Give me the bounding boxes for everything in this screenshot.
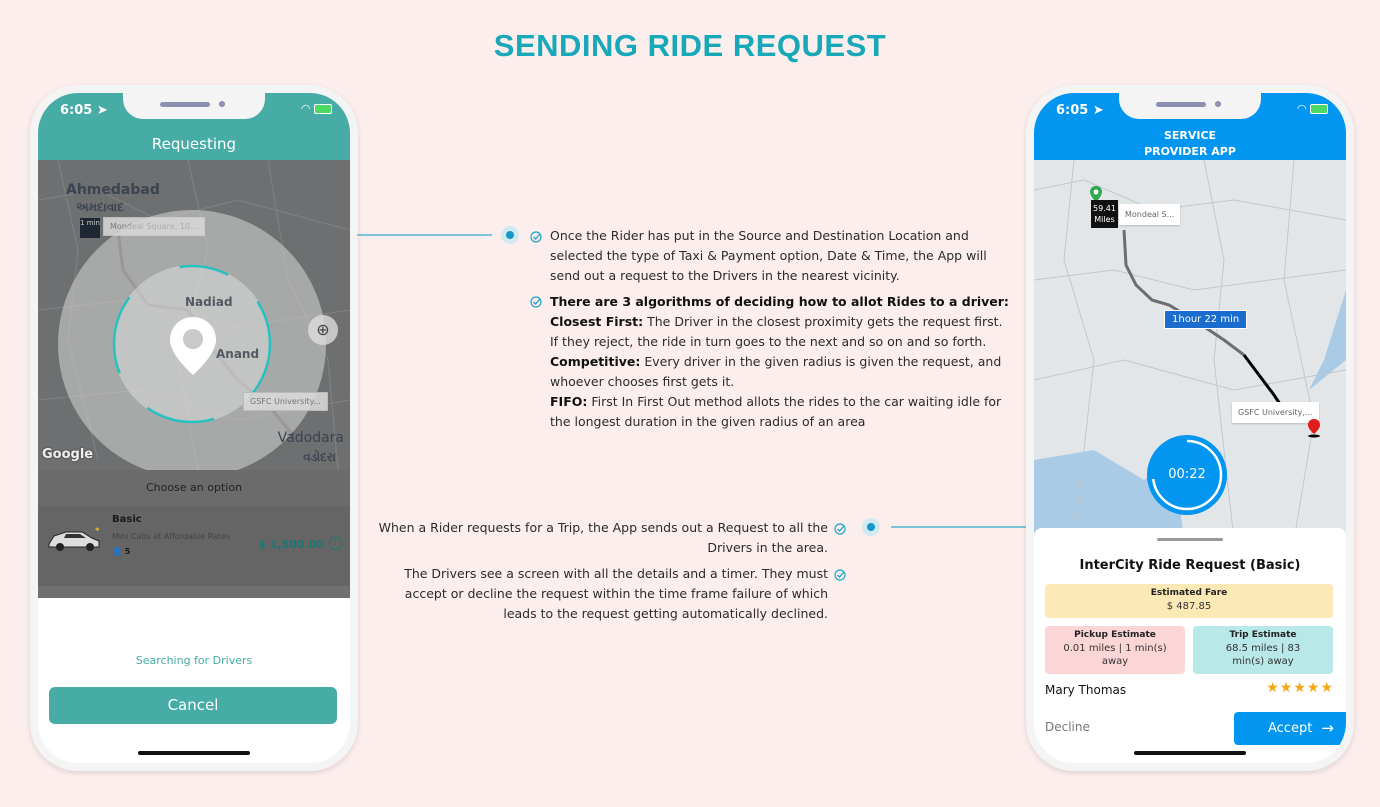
source-chip: Mondeal S... <box>1119 204 1181 225</box>
connector-dot <box>501 226 519 244</box>
check-circle-icon <box>530 296 542 308</box>
decline-button[interactable]: Decline <box>1045 720 1090 734</box>
cancel-button[interactable]: Cancel <box>49 687 337 724</box>
rating-stars-icon: ★★★★★ <box>1266 680 1334 696</box>
arrow-right-icon: → <box>1321 719 1334 737</box>
phone-notch <box>1119 93 1261 119</box>
phone-notch <box>123 93 265 119</box>
connector-dot <box>862 518 880 536</box>
connector-line <box>891 526 1028 528</box>
map-city-label: Anand <box>216 347 260 361</box>
wifi-icon: ◠ <box>1297 102 1306 115</box>
connector-line <box>357 234 492 236</box>
searching-status: Searching for Drivers <box>135 654 253 667</box>
wifi-icon: ◠ <box>301 102 310 115</box>
battery-icon <box>314 104 332 114</box>
eta-chip: 1hour 22 min <box>1164 310 1248 329</box>
ride-request-sheet: InterCity Ride Request (Basic) Estimated… <box>1034 528 1346 763</box>
header-title: SERVICE PROVIDER APP <box>1144 129 1236 158</box>
pickup-value: 0.01 miles | 1 min(s) away <box>1063 643 1167 667</box>
option-list-footer <box>38 586 350 598</box>
header-title: Requesting <box>151 135 237 153</box>
location-arrow-icon: ➤ <box>96 103 108 118</box>
option-description: Mini Cabs at Affordable Rates <box>112 532 231 541</box>
rider-screen: 6:05 ➤ ◠ Requesting Ahmedabad અમદાવાદ 1 … <box>38 93 350 763</box>
trip-estimate-card: Trip Estimate 68.5 miles | 83 min(s) awa… <box>1193 626 1333 674</box>
request-title: InterCity Ride Request (Basic) <box>1079 558 1301 573</box>
driver-screen: 6:05 ➤ ◠ SERVICE PROVIDER APP 59.41 Miles … <box>1034 93 1346 763</box>
ride-option-basic[interactable]: ✦ Basic Mini Cabs at Affordable Rates 👤 … <box>38 506 350 586</box>
check-circle-icon <box>834 523 846 535</box>
estimated-fare-card: Estimated Fare $ 487.85 <box>1045 584 1333 618</box>
svg-text:✦: ✦ <box>94 525 101 534</box>
check-circle-icon <box>530 231 542 243</box>
option-name: Basic <box>112 514 142 525</box>
map-city-label: Vadodara <box>277 430 344 446</box>
status-time: 6:05 ➤ <box>60 103 108 118</box>
battery-icon <box>1310 104 1328 114</box>
rider-phone: 6:05 ➤ ◠ Requesting Ahmedabad અમદાવાદ 1 … <box>30 85 358 771</box>
pickup-estimate-card: Pickup Estimate 0.01 miles | 1 min(s) aw… <box>1045 626 1185 674</box>
fare-label: Estimated Fare <box>1150 588 1228 598</box>
crosshair-icon: ⊕ <box>316 320 330 339</box>
check-circle-icon <box>834 569 846 581</box>
location-pin-icon <box>170 317 216 375</box>
trip-label: Trip Estimate <box>1229 630 1297 640</box>
pickup-label: Pickup Estimate <box>1074 630 1156 640</box>
locate-me-button[interactable]: ⊕ <box>308 315 338 345</box>
timer-progress-ring <box>1151 439 1223 511</box>
fare-value: $ 487.85 <box>1166 601 1212 612</box>
car-icon: ✦ <box>48 525 101 551</box>
trip-value: 68.5 miles | 83 min(s) away <box>1225 643 1301 667</box>
home-indicator <box>1134 751 1246 755</box>
rider-description-para: Once the Rider has put in the Source and… <box>550 228 987 283</box>
distance-chip: 59.41 Miles <box>1091 200 1118 228</box>
map-city-label: Nadiad <box>185 295 233 309</box>
rider-map[interactable]: Ahmedabad અમદાવાદ 1 min Mondeal Square, … <box>38 160 350 470</box>
driver-description-para: The Drivers see a screen with all the de… <box>404 566 828 621</box>
person-icon: 👤 <box>112 547 122 556</box>
info-icon[interactable]: i <box>329 537 342 550</box>
sheet-handle[interactable] <box>1157 538 1223 541</box>
option-seats: 👤 5 <box>112 547 131 556</box>
home-indicator <box>138 751 250 755</box>
algorithm-name: FIFO: <box>550 394 588 409</box>
algorithms-block: There are 3 algorithms of deciding how t… <box>550 292 1010 432</box>
google-attribution: Google <box>42 447 94 462</box>
driver-description-para: When a Rider requests for a Trip, the Ap… <box>378 520 828 555</box>
request-timer: 00:22 <box>1147 435 1227 515</box>
map-city-script-label: વડોદરા <box>303 450 336 464</box>
algorithm-name: Competitive: <box>550 354 641 369</box>
algorithm-name: Closest First: <box>550 314 644 329</box>
location-arrow-icon: ➤ <box>1092 103 1104 118</box>
algorithms-heading: There are 3 algorithms of deciding how t… <box>550 294 1009 309</box>
algorithm-text: First In First Out method allots the rid… <box>550 394 1002 429</box>
driver-phone: 6:05 ➤ ◠ SERVICE PROVIDER APP 59.41 Miles … <box>1026 85 1354 771</box>
destination-chip: GSFC University... <box>243 392 328 411</box>
accept-label: Accept <box>1268 721 1313 736</box>
page-title: SENDING RIDE REQUEST <box>493 28 887 63</box>
accept-button[interactable]: Accept → <box>1234 712 1346 745</box>
option-price: $ 1,500.00 <box>258 538 324 551</box>
status-icons: ◠ <box>1298 102 1328 115</box>
choose-option-label: Choose an option <box>38 470 350 506</box>
driver-map[interactable]: 59.41 Miles Mondeal S... 1hour 22 min GSF… <box>1034 160 1346 540</box>
destination-pin-icon <box>1308 419 1320 438</box>
rider-name: Mary Thomas <box>1045 683 1127 697</box>
status-time: 6:05 ➤ <box>1056 103 1104 118</box>
status-icons: ◠ <box>302 102 332 115</box>
